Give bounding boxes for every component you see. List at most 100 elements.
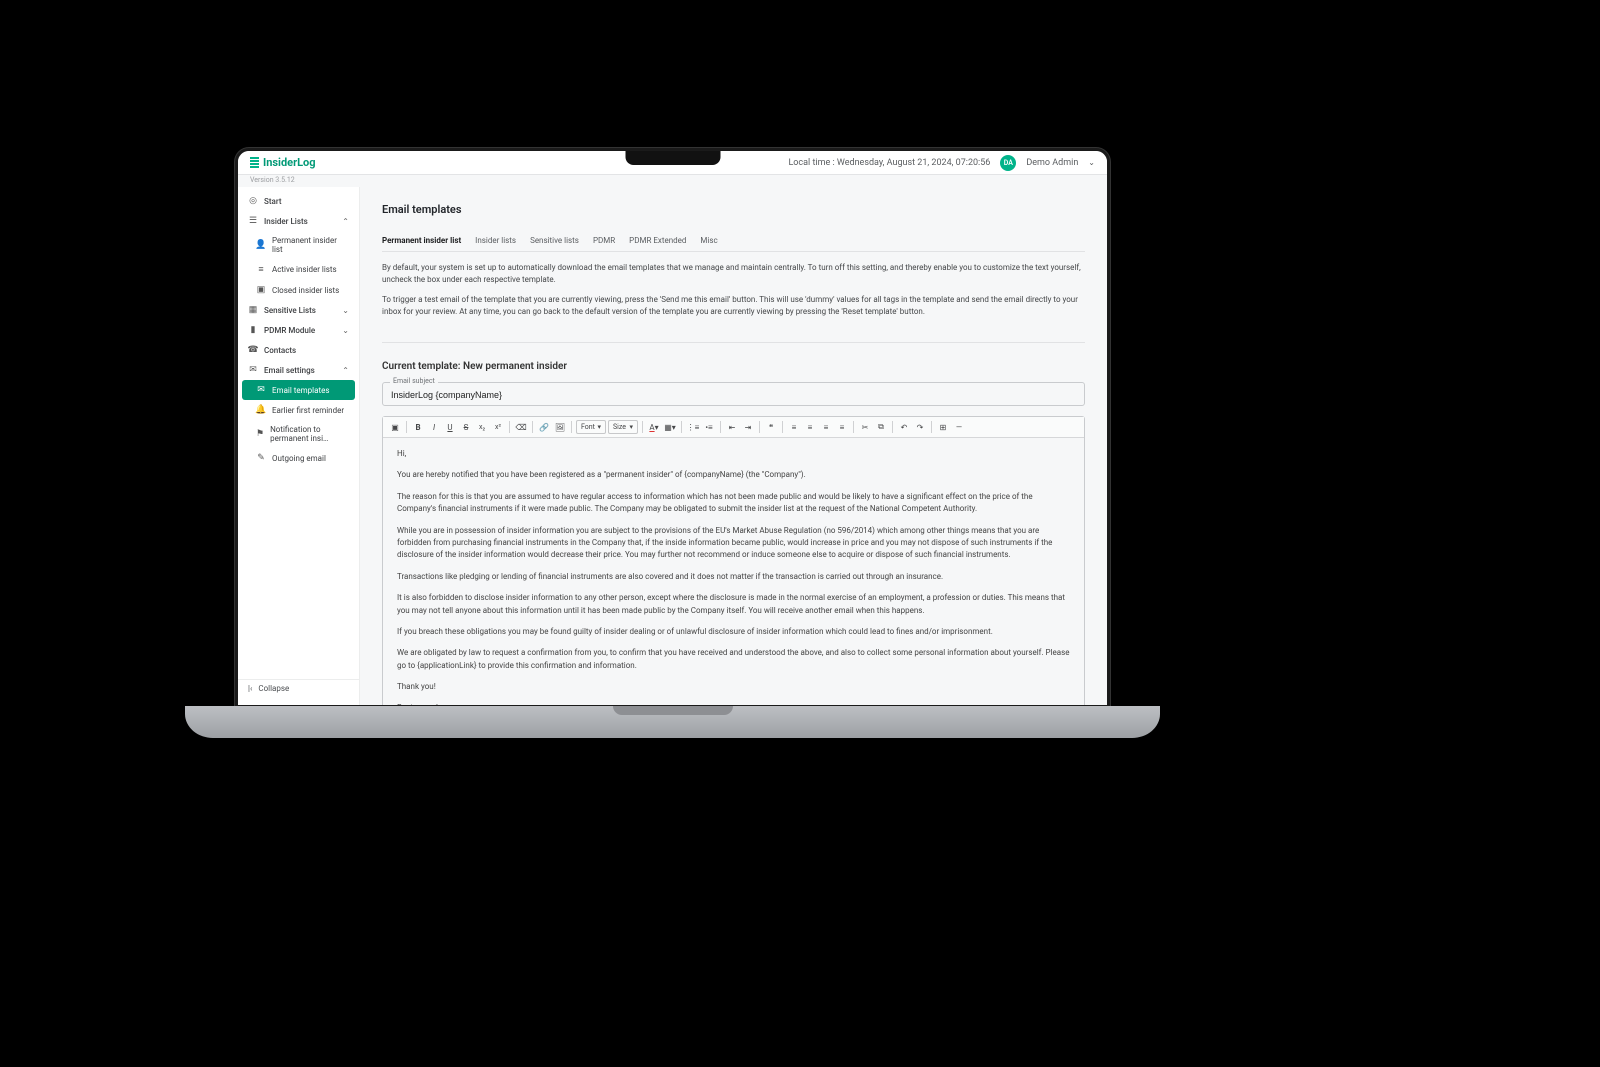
sidebar-item-label: Active insider lists (272, 265, 337, 274)
body-p1: You are hereby notified that you have be… (397, 469, 1070, 481)
sidebar-item-outgoing[interactable]: ✎ Outgoing email (238, 448, 359, 468)
ol-button[interactable]: ⋮≡ (686, 420, 700, 434)
bg-color-button[interactable]: ▦▾ (663, 420, 677, 434)
tab-pdmr-extended[interactable]: PDMR Extended (629, 230, 686, 251)
sidebar-item-earlier-reminder[interactable]: 🔔 Earlier first reminder (238, 400, 359, 420)
text-color-button[interactable]: A▾ (647, 420, 661, 434)
size-select[interactable]: Size▾ (608, 420, 638, 434)
superscript-button[interactable]: x² (491, 420, 505, 434)
avatar[interactable]: DA (1000, 155, 1016, 171)
separator (931, 421, 932, 433)
table-button[interactable]: ⊞ (936, 420, 950, 434)
subject-field[interactable]: Email subject (382, 382, 1085, 406)
brand-text: InsiderLog (263, 156, 316, 169)
sidebar-item-label: Insider Lists (264, 217, 308, 226)
separator (571, 421, 572, 433)
phone-icon: ▮ (248, 325, 258, 335)
main-content: Email templates Permanent insider list I… (360, 187, 1107, 705)
body-p3: While you are in possession of insider i… (397, 525, 1070, 562)
shield-icon: ▦ (248, 305, 258, 315)
hr-button[interactable]: — (952, 420, 966, 434)
link-button[interactable]: 🔗 (537, 420, 551, 434)
remove-format-button[interactable]: ⌫ (514, 420, 528, 434)
separator (759, 421, 760, 433)
sidebar: ◎ Start ☰ Insider Lists ⌃ 👤 Permanent in… (238, 187, 360, 705)
bold-button[interactable]: B (411, 420, 425, 434)
font-select[interactable]: Font▾ (576, 420, 606, 434)
copy-button[interactable]: ⧉ (874, 420, 888, 434)
chevron-down-icon[interactable]: ⌄ (1088, 158, 1095, 167)
subject-input[interactable] (391, 390, 1076, 400)
sidebar-item-label: Start (264, 197, 282, 206)
archive-icon: ▣ (256, 285, 266, 295)
sidebar-item-closed-lists[interactable]: ▣ Closed insider lists (238, 280, 359, 300)
sidebar-item-insider-lists[interactable]: ☰ Insider Lists ⌃ (238, 211, 359, 231)
laptop-frame: InsiderLog Local time : Wednesday, Augus… (235, 148, 1110, 708)
tab-permanent[interactable]: Permanent insider list (382, 230, 461, 251)
align-center-button[interactable]: ≡ (803, 420, 817, 434)
brand-logo[interactable]: InsiderLog (250, 156, 316, 169)
tab-sensitive[interactable]: Sensitive lists (530, 230, 579, 251)
notch (625, 151, 720, 165)
sidebar-item-label: Permanent insider list (272, 236, 349, 254)
editor-body[interactable]: Hi, You are hereby notified that you hav… (383, 438, 1084, 705)
underline-button[interactable]: U (443, 420, 457, 434)
list-icon: ≡ (256, 264, 266, 275)
sidebar-item-label: PDMR Module (264, 326, 315, 335)
source-button[interactable]: ▣ (388, 420, 402, 434)
redo-button[interactable]: ↷ (913, 420, 927, 434)
sidebar-item-email-settings[interactable]: ✉ Email settings ⌃ (238, 360, 359, 380)
sidebar-item-start[interactable]: ◎ Start (238, 191, 359, 211)
subject-legend: Email subject (390, 377, 438, 385)
tab-pdmr[interactable]: PDMR (593, 230, 615, 251)
align-right-button[interactable]: ≡ (819, 420, 833, 434)
intro-block: By default, your system is set up to aut… (382, 252, 1085, 343)
send-icon: ✎ (256, 453, 266, 463)
sidebar-item-label: Outgoing email (272, 454, 326, 463)
contacts-icon: ☎ (248, 345, 258, 355)
user-name[interactable]: Demo Admin (1026, 158, 1078, 168)
list-icon: ☰ (248, 216, 258, 226)
align-justify-button[interactable]: ≡ (835, 420, 849, 434)
separator (892, 421, 893, 433)
chevron-up-icon: ⌃ (342, 217, 349, 226)
ul-button[interactable]: •≡ (702, 420, 716, 434)
separator (642, 421, 643, 433)
separator (853, 421, 854, 433)
person-icon: 👤 (256, 240, 266, 250)
sidebar-item-contacts[interactable]: ☎ Contacts (238, 340, 359, 360)
sidebar-item-notification-perm[interactable]: ⚑ Notification to permanent insi… (238, 420, 359, 448)
separator (720, 421, 721, 433)
tab-misc[interactable]: Misc (700, 230, 717, 251)
body-p8: Thank you! (397, 681, 1070, 693)
chevron-down-icon: ⌄ (342, 306, 349, 315)
quote-button[interactable]: ❝ (764, 420, 778, 434)
body-p0: Hi, (397, 448, 1070, 460)
mail-icon: ✉ (248, 365, 258, 375)
sidebar-item-email-templates[interactable]: ✉ Email templates (242, 380, 355, 400)
strike-button[interactable]: S (459, 420, 473, 434)
cut-button[interactable]: ✂ (858, 420, 872, 434)
chevron-up-icon: ⌃ (342, 366, 349, 375)
editor-toolbar: ▣ B I U S x₂ x² ⌫ 🔗 🖼 Font▾ (383, 417, 1084, 438)
outdent-button[interactable]: ⇤ (725, 420, 739, 434)
undo-button[interactable]: ↶ (897, 420, 911, 434)
sidebar-item-label: Email templates (272, 386, 329, 395)
sidebar-item-pdmr[interactable]: ▮ PDMR Module ⌄ (238, 320, 359, 340)
tab-insider[interactable]: Insider lists (475, 230, 516, 251)
sidebar-item-active-lists[interactable]: ≡ Active insider lists (238, 259, 359, 280)
image-button[interactable]: 🖼 (553, 420, 567, 434)
intro-text-1: By default, your system is set up to aut… (382, 262, 1085, 286)
body-p5: It is also forbidden to disclose insider… (397, 592, 1070, 617)
italic-button[interactable]: I (427, 420, 441, 434)
align-left-button[interactable]: ≡ (787, 420, 801, 434)
target-icon: ◎ (248, 196, 258, 206)
collapse-button[interactable]: |‹ Collapse (238, 679, 359, 697)
sidebar-item-sensitive-lists[interactable]: ▦ Sensitive Lists ⌄ (238, 300, 359, 320)
laptop-base (185, 706, 1160, 738)
sidebar-item-permanent-list[interactable]: 👤 Permanent insider list (238, 231, 359, 259)
indent-button[interactable]: ⇥ (741, 420, 755, 434)
body-p6: If you breach these obligations you may … (397, 626, 1070, 638)
subscript-button[interactable]: x₂ (475, 420, 489, 434)
mail-icon: ✉ (256, 385, 266, 395)
